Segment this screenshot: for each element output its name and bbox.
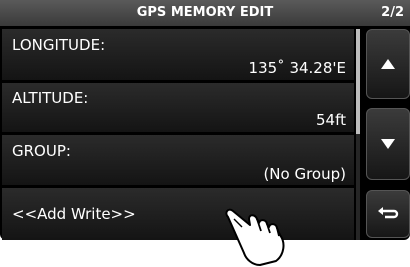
scrollbar[interactable]	[356, 29, 360, 240]
group-row[interactable]: GROUP: (No Group)	[2, 135, 354, 185]
longitude-label: LONGITUDE:	[12, 36, 106, 54]
hand-pointer-icon	[225, 208, 285, 266]
down-arrow-icon	[381, 139, 395, 149]
altitude-label: ALTITUDE:	[12, 89, 89, 107]
screen-title: GPS MEMORY EDIT	[136, 5, 274, 20]
device-screen: GPS MEMORY EDIT 2/2 LONGITUDE: 135˚ 34.2…	[0, 0, 410, 240]
scroll-down-button[interactable]	[366, 108, 410, 180]
group-value: (No Group)	[263, 165, 346, 183]
up-arrow-icon	[381, 59, 395, 69]
settings-list: LONGITUDE: 135˚ 34.28'E ALTITUDE: 54ft G…	[2, 29, 354, 240]
page-indicator: 2/2	[381, 5, 404, 20]
return-icon	[378, 207, 399, 219]
altitude-row[interactable]: ALTITUDE: 54ft	[2, 83, 354, 132]
longitude-row[interactable]: LONGITUDE: 135˚ 34.28'E	[2, 29, 354, 80]
altitude-value: 54ft	[316, 111, 346, 129]
title-bar: GPS MEMORY EDIT 2/2	[0, 0, 410, 26]
back-button[interactable]	[366, 190, 410, 238]
scrollbar-thumb[interactable]	[356, 29, 360, 134]
scroll-up-button[interactable]	[366, 29, 410, 99]
add-write-label: <<Add Write>>	[12, 205, 136, 223]
longitude-value: 135˚ 34.28'E	[248, 59, 346, 77]
add-write-row[interactable]: <<Add Write>>	[2, 188, 354, 240]
group-label: GROUP:	[12, 142, 71, 160]
